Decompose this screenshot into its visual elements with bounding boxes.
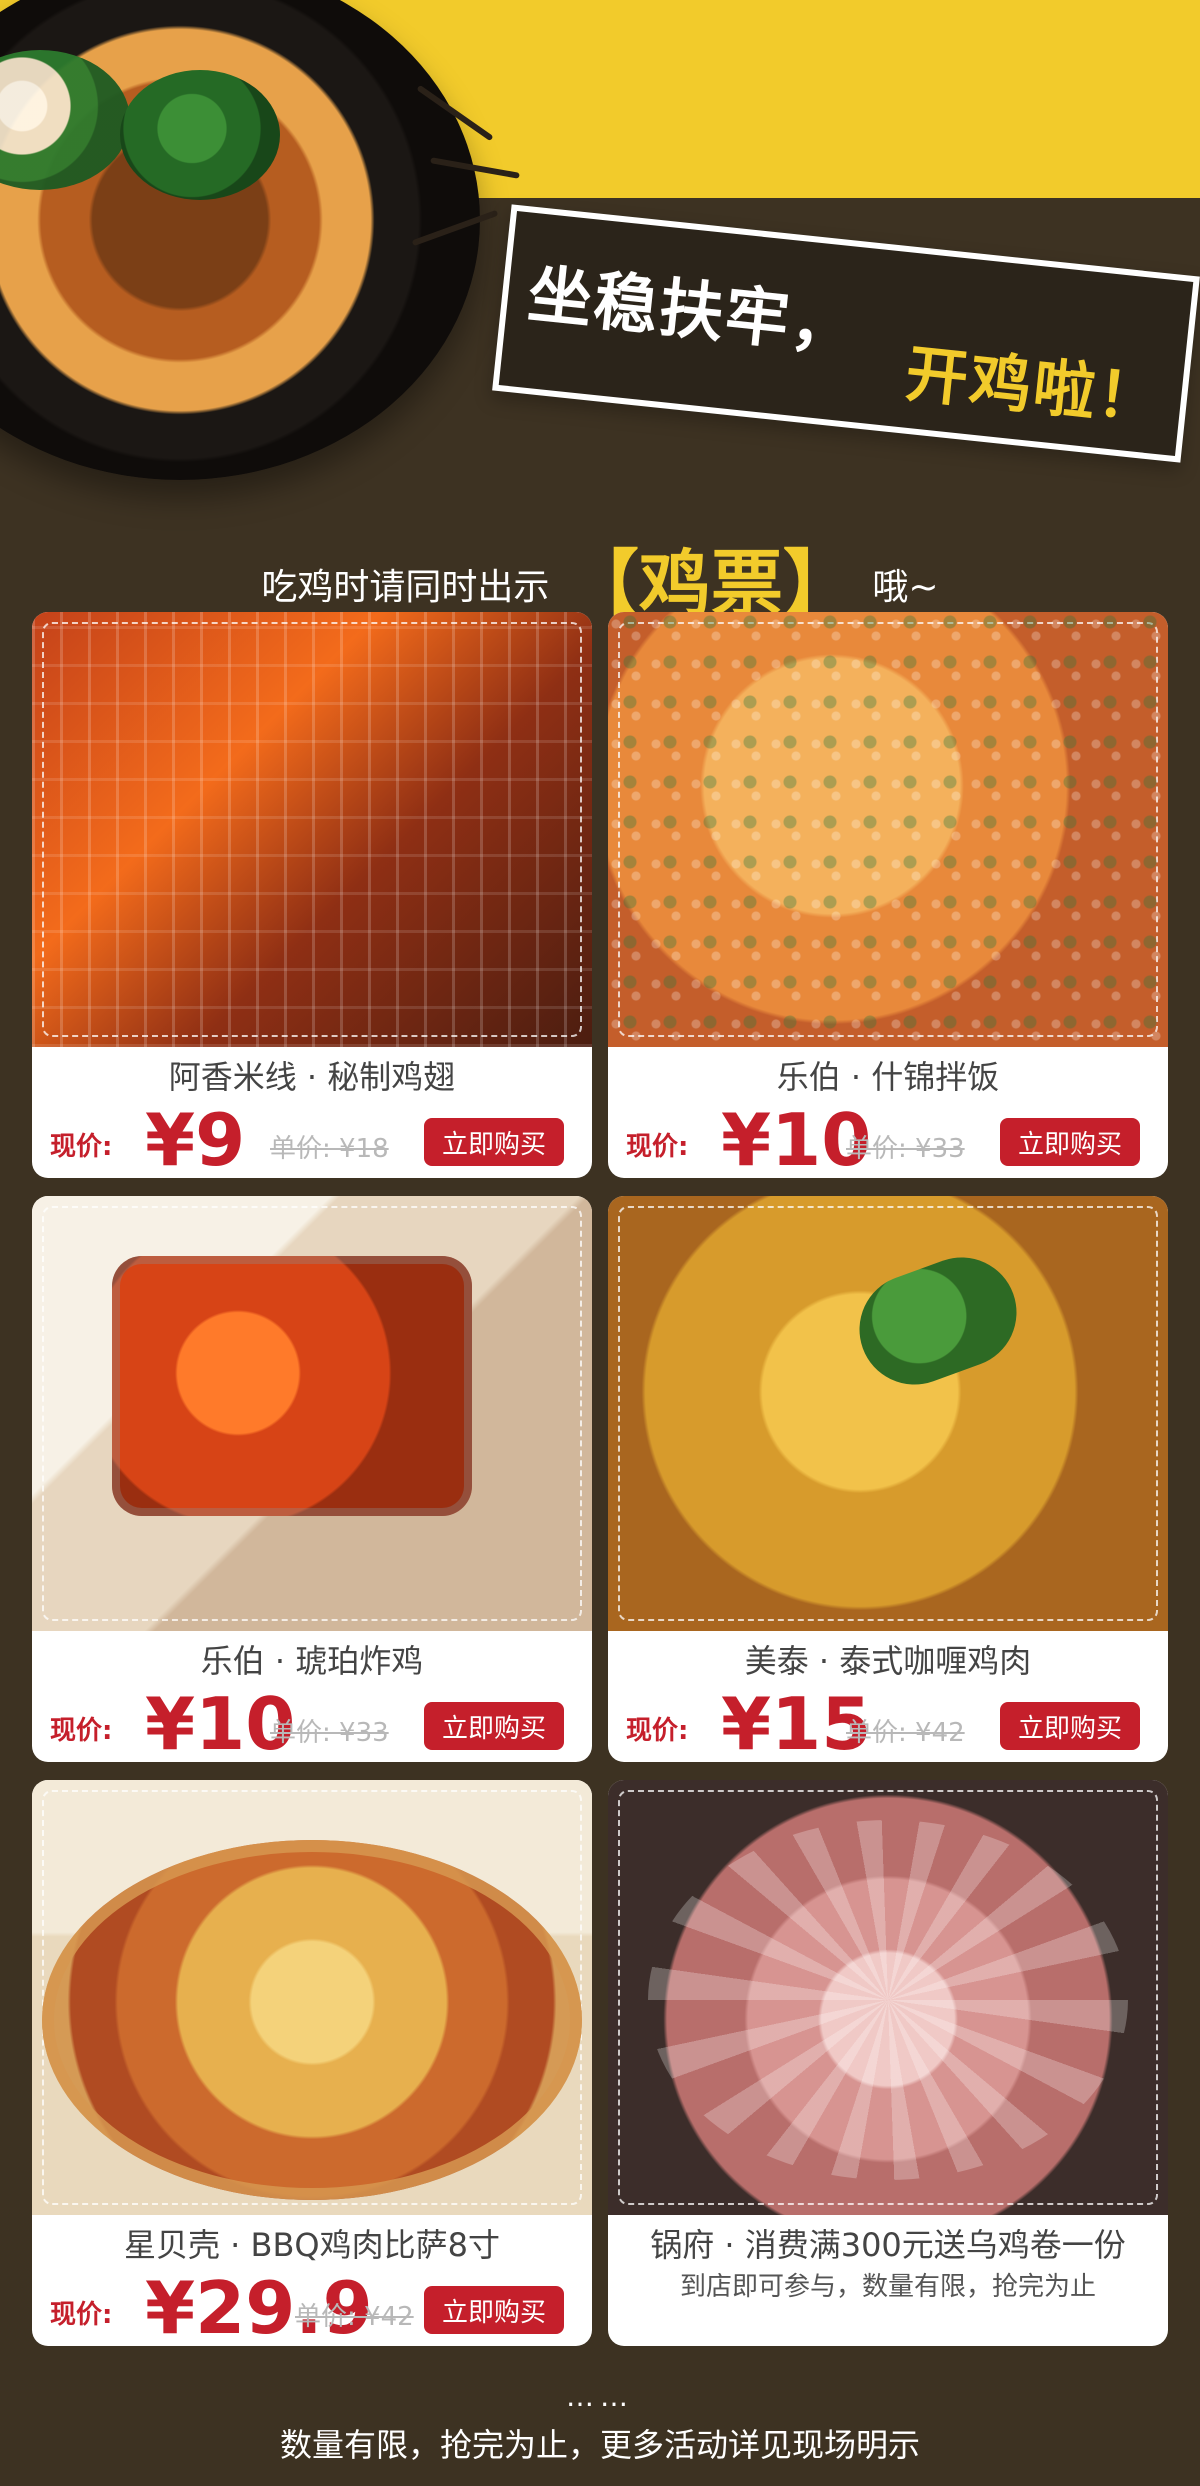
buy-now-button[interactable]: 立即购买 [424, 2286, 564, 2334]
roll-slices-pattern [648, 1820, 1128, 2180]
price-row: 现价: ¥9 单价: ¥18 立即购买 [50, 1100, 574, 1178]
instruction-suffix: 哦~ [872, 567, 939, 608]
current-price-label: 现价: [626, 1716, 689, 1746]
price-row: 现价: ¥15 单价: ¥42 立即购买 [626, 1684, 1150, 1762]
original-price: 单价: ¥33 [846, 1134, 965, 1164]
original-price: 单价: ¥33 [270, 1718, 389, 1748]
amber-fried-chicken-photo [32, 1196, 592, 1631]
buy-now-button[interactable]: 立即购买 [1000, 1118, 1140, 1166]
offer-title: 乐伯 · 琥珀炸鸡 [200, 1642, 424, 1680]
instruction-prefix: 吃鸡时请同时出示 [261, 567, 550, 608]
offer-subtitle: 到店即可参与，数量有限，抢完为止 [679, 2272, 1096, 2302]
buy-now-button[interactable]: 立即购买 [424, 1702, 564, 1750]
bbq-chicken-pizza-photo [32, 1780, 592, 2215]
price-row: 现价: ¥10 单价: ¥33 立即购买 [626, 1100, 1150, 1178]
footer-ellipsis: …… [566, 2380, 634, 2413]
price-row: 现价: ¥29.9 单价: ¥42 立即购买 [50, 2268, 574, 2346]
offer-grid: 阿香米线 · 秘制鸡翅 现价: ¥9 单价: ¥18 立即购买 乐伯 · 什锦拌… [32, 612, 1168, 2382]
offer-title: 星贝壳 · BBQ鸡肉比萨8寸 [124, 2226, 500, 2264]
pizza [42, 1840, 582, 2200]
grill-grid-pattern [32, 612, 592, 1047]
current-price-label: 现价: [50, 1132, 113, 1162]
original-price: 单价: ¥42 [846, 1718, 965, 1748]
offer-title: 乐伯 · 什锦拌饭 [776, 1058, 1000, 1096]
current-price-label: 现价: [626, 1132, 689, 1162]
slogan-main-text: 坐稳扶牢， [524, 257, 861, 366]
offer-card[interactable]: 星贝壳 · BBQ鸡肉比萨8寸 现价: ¥29.9 单价: ¥42 立即购买 [32, 1780, 592, 2346]
fried-chicken-basket [112, 1256, 472, 1516]
offer-card[interactable]: 阿香米线 · 秘制鸡翅 现价: ¥9 单价: ¥18 立即购买 [32, 612, 592, 1178]
current-price-label: 现价: [50, 1716, 113, 1746]
offer-card[interactable]: 美泰 · 泰式咖喱鸡肉 现价: ¥15 单价: ¥42 立即购买 [608, 1196, 1168, 1762]
current-price-label: 现价: [50, 2300, 113, 2330]
buy-now-button[interactable]: 立即购买 [424, 1118, 564, 1166]
offer-card[interactable]: 乐伯 · 琥珀炸鸡 现价: ¥10 单价: ¥33 立即购买 [32, 1196, 592, 1762]
promo-page: 坐稳扶牢， 开鸡啦！ 吃鸡时请同时出示 【鸡票】 哦~ 阿香米线 · 秘制鸡翅 … [0, 0, 1200, 2486]
food-plate-image [0, 0, 480, 480]
mixed-rice-photo [608, 612, 1168, 1047]
offer-title: 美泰 · 泰式咖喱鸡肉 [744, 1642, 1032, 1680]
offer-title: 阿香米线 · 秘制鸡翅 [168, 1058, 456, 1096]
offer-card[interactable]: 乐伯 · 什锦拌饭 现价: ¥10 单价: ¥33 立即购买 [608, 612, 1168, 1178]
price-row: 现价: ¥10 单价: ¥33 立即购买 [50, 1684, 574, 1762]
basil-leaf [844, 1241, 1032, 1401]
thai-curry-chicken-photo [608, 1196, 1168, 1631]
black-chicken-roll-photo [608, 1780, 1168, 2215]
offer-title: 锅府 · 消费满300元送乌鸡卷一份 [650, 2226, 1126, 2264]
offer-card[interactable]: 锅府 · 消费满300元送乌鸡卷一份 到店即可参与，数量有限，抢完为止 [608, 1780, 1168, 2346]
rice-texture [608, 612, 1168, 1047]
original-price: 单价: ¥42 [295, 2302, 414, 2332]
photo-dashed-border [618, 1206, 1158, 1621]
footer-note: 数量有限，抢完为止，更多活动详见现场明示 [279, 2426, 920, 2464]
current-price: ¥9 [145, 1098, 246, 1178]
chicken-wings-photo [32, 612, 592, 1047]
slogan-banner: 坐稳扶牢， 开鸡啦！ [492, 204, 1200, 463]
buy-now-button[interactable]: 立即购买 [1000, 1702, 1140, 1750]
original-price: 单价: ¥18 [270, 1134, 389, 1164]
slogan-accent-text: 开鸡啦！ [902, 336, 1165, 437]
